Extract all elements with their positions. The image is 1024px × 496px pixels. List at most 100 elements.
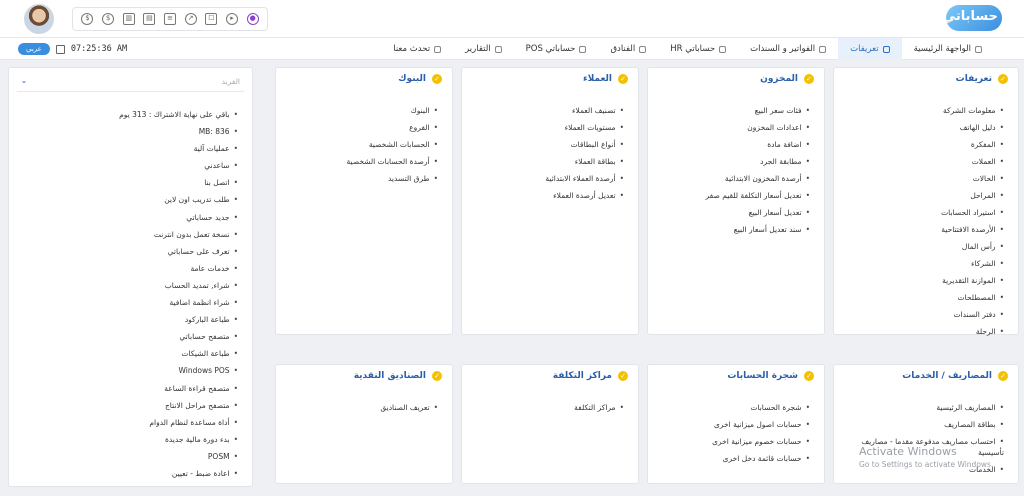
list-item[interactable]: الفروع	[284, 119, 438, 136]
list-item[interactable]: تعديل أسعار البيع	[656, 204, 810, 221]
list-item[interactable]: رأس المال	[842, 238, 1004, 255]
card-list: تعريف الصناديق	[284, 399, 438, 416]
list-item[interactable]: حسابات خصوم ميزانية اخرى	[656, 433, 810, 450]
list-item[interactable]: أرصدة العملاء الابتدائية	[470, 170, 624, 187]
list-item[interactable]: عمليات آلية	[19, 140, 238, 157]
list-item[interactable]: بطاقة المصاريف	[842, 416, 1004, 433]
list-item[interactable]: خدمات عامة	[19, 260, 238, 277]
list-item[interactable]: الحالات	[842, 170, 1004, 187]
dollar-icon[interactable]: $	[81, 13, 94, 25]
list-item[interactable]: بدء دورة مالية جديدة	[19, 431, 238, 448]
bar-chart-icon[interactable]: ▥	[122, 13, 135, 25]
list-item[interactable]: المصطلحات	[842, 289, 1004, 306]
list-item[interactable]: معلومات الشركة	[842, 102, 1004, 119]
list-item[interactable]: الشركاء	[842, 255, 1004, 272]
nav-item-hotels[interactable]: الفنادق	[598, 38, 658, 60]
list-item[interactable]: طباعة الشيكات	[19, 345, 238, 362]
invoice-icon	[819, 45, 827, 53]
printer-icon[interactable]: ▤	[143, 13, 156, 25]
list-item: 836 :MB	[19, 123, 238, 140]
rocket-icon[interactable]: ↗	[184, 13, 197, 25]
list-item[interactable]: اعادة ضبط - تعيين	[19, 465, 238, 482]
list-item[interactable]: دليل الهاتف	[842, 119, 1004, 136]
list-item[interactable]: اضافة مادة	[656, 136, 810, 153]
list-item[interactable]: حسابات قائمة دخل اخرى	[656, 450, 810, 467]
list-item[interactable]: شجرة الحسابات	[656, 399, 810, 416]
nav-label: تعريفات	[850, 44, 879, 54]
user-lock-icon[interactable]: ●	[246, 13, 259, 25]
nav-item-reports[interactable]: التقارير	[453, 38, 514, 60]
card-title: ✓ المخزون	[760, 74, 814, 84]
list-item[interactable]: تعريف الصناديق	[284, 399, 438, 416]
list-item[interactable]: أرصدة الحسابات الشخصية	[284, 153, 438, 170]
nav-item-definitions[interactable]: تعريفات	[838, 38, 902, 60]
list-item[interactable]: مطابقة الجرد	[656, 153, 810, 170]
list-item[interactable]: بطاقة العملاء	[470, 153, 624, 170]
list-item[interactable]: ساعدني	[19, 157, 238, 174]
card-title-text: تعريفات	[955, 74, 992, 84]
list-item[interactable]: العملات	[842, 153, 1004, 170]
side-panel-selector[interactable]: الفريد ⌄	[17, 74, 244, 92]
card-title-text: المخزون	[760, 74, 798, 84]
chat-icon	[434, 45, 442, 53]
android-icon[interactable]: ☐	[205, 13, 218, 25]
calendar-icon[interactable]	[55, 44, 65, 54]
list-item[interactable]: مراكز التكلفة	[470, 399, 624, 416]
list-item[interactable]: متصفح مراحل الانتاج	[19, 397, 238, 414]
list-item[interactable]: تصنيف العملاء	[470, 102, 624, 119]
list-item[interactable]: تعرف على حساباتي	[19, 243, 238, 260]
nav-label: الواجهة الرئيسية	[913, 44, 971, 54]
nav-item-hr[interactable]: حساباتي HR	[658, 38, 738, 60]
play-icon[interactable]: ▸	[226, 13, 239, 25]
check-icon: ✓	[618, 371, 628, 381]
list-item[interactable]: تعديل أسعار التكلفة للقيم صفر	[656, 187, 810, 204]
list-item[interactable]: نسخة تعمل بدون انترنت	[19, 226, 238, 243]
avatar[interactable]	[24, 4, 54, 34]
list-item[interactable]: المراحل	[842, 187, 1004, 204]
list-item[interactable]: شراء, تمديد الحساب	[19, 277, 238, 294]
language-button[interactable]: عربي	[18, 43, 50, 55]
list-item[interactable]: Windows POS	[19, 362, 238, 379]
list-item[interactable]: الحسابات الشخصية	[284, 136, 438, 153]
list-item[interactable]: متصفح حساباتي	[19, 328, 238, 345]
list-item[interactable]: المصاريف الرئيسية	[842, 399, 1004, 416]
nav-item-pos[interactable]: حساباتي POS	[514, 38, 599, 60]
list-item[interactable]: دفتر السندات	[842, 306, 1004, 323]
list-item[interactable]: متصفح قراءة الساعة	[19, 380, 238, 397]
nav-item-chat[interactable]: تحدث معنا	[381, 38, 453, 60]
list-item[interactable]: طباعة الباركود	[19, 311, 238, 328]
list-item[interactable]: طلب تدريب اون لاين	[19, 191, 238, 208]
clock: 07:25:36 AM	[70, 44, 128, 54]
list-item[interactable]: حسابات اصول ميزانية اخرى	[656, 416, 810, 433]
nav-item-invoices[interactable]: الفواتير و السندات	[738, 38, 838, 60]
list-item[interactable]: الموازنة التقديرية	[842, 272, 1004, 289]
list-item[interactable]: شراء انظمة اضافية	[19, 294, 238, 311]
list-item[interactable]: الرحلة	[842, 323, 1004, 340]
list-item[interactable]: المفكرة	[842, 136, 1004, 153]
list-item[interactable]: أرصدة المخزون الابتدائية	[656, 170, 810, 187]
money-bag-icon[interactable]: $	[102, 13, 115, 25]
app-logo[interactable]: حساباتي	[940, 3, 1006, 35]
list-item[interactable]: أداة مساعدة لنظام الدوام	[19, 414, 238, 431]
check-icon: ✓	[998, 371, 1008, 381]
list-item[interactable]: جديد حساباتي	[19, 209, 238, 226]
card-list: معلومات الشركة دليل الهاتف المفكرة العمل…	[842, 102, 1004, 340]
nav-item-home[interactable]: الواجهة الرئيسية	[902, 38, 994, 60]
list-item[interactable]: فئات سعر البيع	[656, 102, 810, 119]
list-item[interactable]: اتصل بنا	[19, 174, 238, 191]
list-item[interactable]: مستويات العملاء	[470, 119, 624, 136]
chevron-down-icon[interactable]: ⌄	[19, 76, 29, 86]
nav-label: الفواتير و السندات	[750, 44, 816, 54]
list-item[interactable]: اعدادات المخزون	[656, 119, 810, 136]
list-item[interactable]: تعديل أرصدة العملاء	[470, 187, 624, 204]
list-item[interactable]: أنواع البطاقات	[470, 136, 624, 153]
card-title: ✓ البنوك	[398, 74, 442, 84]
list-item[interactable]: POSM	[19, 448, 238, 465]
list-item[interactable]: استيراد الحسابات	[842, 204, 1004, 221]
list-item[interactable]: سند تعديل أسعار البيع	[656, 221, 810, 238]
card-title: ✓ مراكز التكلفة	[553, 371, 628, 381]
database-icon[interactable]: ≡	[164, 13, 177, 25]
list-item[interactable]: البنوك	[284, 102, 438, 119]
list-item[interactable]: طرق التسديد	[284, 170, 438, 187]
list-item[interactable]: الأرصدة الافتتاحية	[842, 221, 1004, 238]
